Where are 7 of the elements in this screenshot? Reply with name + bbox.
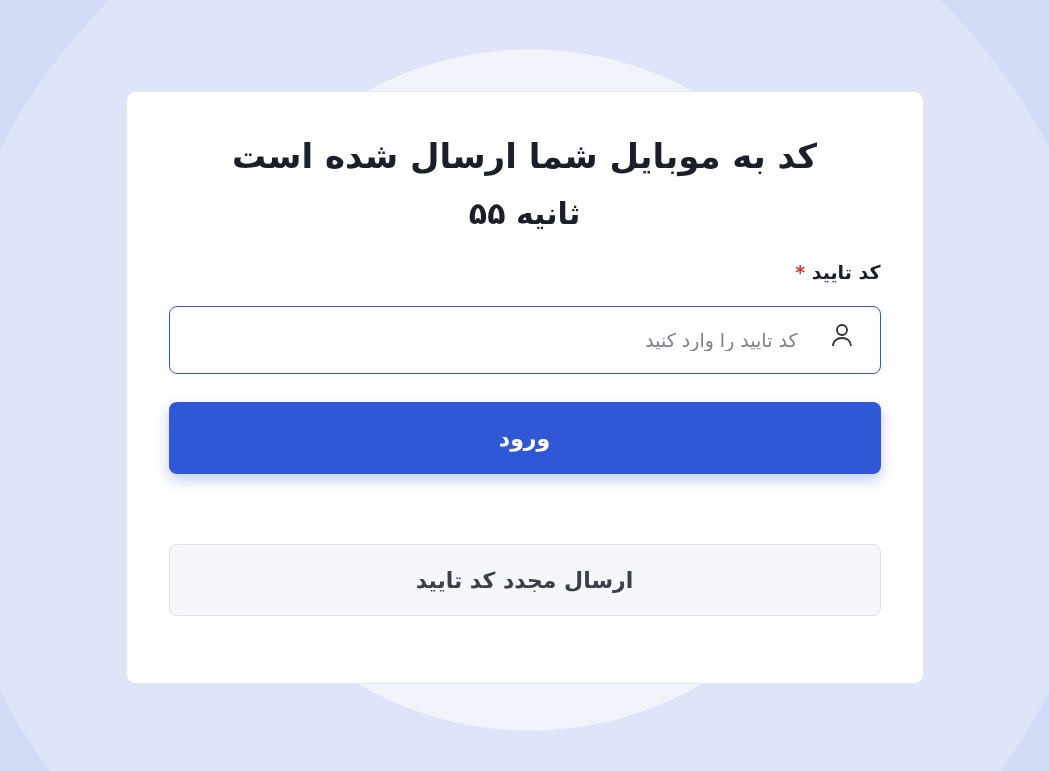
field-label: کد تایید * — [794, 259, 881, 285]
code-input-field[interactable]: کد تایید را وارد کنید — [168, 306, 881, 375]
required-mark: * — [795, 260, 806, 283]
resend-code-button[interactable]: ارسال مجدد کد تایید — [168, 544, 881, 617]
countdown-timer: ثانیه ۵۵ — [467, 194, 582, 233]
login-button[interactable]: ورود — [168, 402, 881, 475]
page-title: کد به موبایل شما ارسال شده است — [231, 136, 818, 177]
